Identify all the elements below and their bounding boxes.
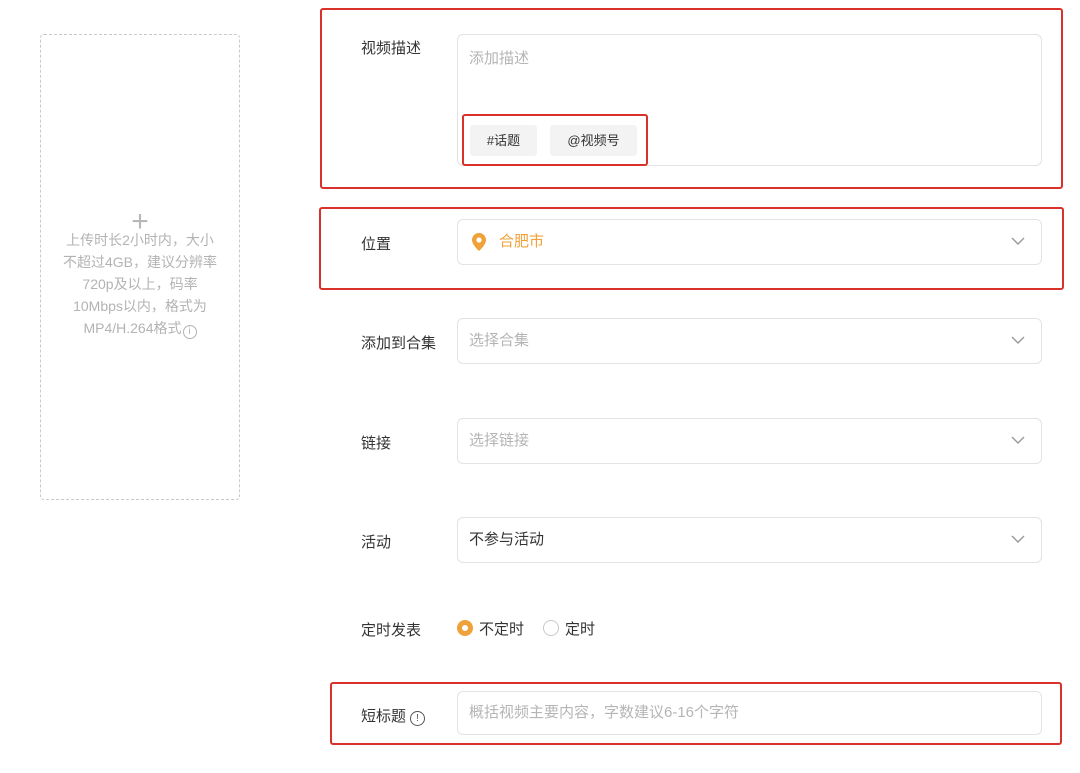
link-label: 链接	[361, 435, 392, 452]
radio-not-scheduled[interactable]: 不定时	[457, 618, 524, 638]
activity-value: 不参与活动	[469, 531, 545, 548]
description-placeholder: 添加描述	[469, 50, 530, 67]
radio-unchecked-icon	[543, 620, 559, 636]
topic-button[interactable]: #话题	[470, 125, 537, 156]
activity-select[interactable]: 不参与活动	[457, 517, 1042, 563]
short-title-label-text: 短标题	[361, 708, 407, 725]
short-title-placeholder: 概括视频主要内容，字数建议6-16个字符	[469, 704, 740, 721]
radio-checked-icon	[457, 620, 473, 636]
description-textarea[interactable]: 添加描述 #话题 @视频号	[457, 34, 1042, 166]
upload-hint-text: 上传时长2小时内，大小不超过4GB，建议分辨率720p及以上，码率10Mbps以…	[63, 232, 218, 336]
radio-scheduled-label: 定时	[565, 620, 596, 638]
radio-scheduled[interactable]: 定时	[543, 618, 595, 638]
schedule-label: 定时发表	[361, 622, 422, 639]
collection-select[interactable]: 选择合集	[457, 318, 1042, 364]
collection-label: 添加到合集	[361, 335, 437, 352]
link-placeholder: 选择链接	[469, 432, 530, 449]
location-value: 合肥市	[499, 233, 545, 250]
description-label: 视频描述	[361, 40, 422, 57]
chevron-down-icon	[1011, 436, 1025, 444]
short-title-label: 短标题!	[361, 705, 426, 726]
short-title-input[interactable]: 概括视频主要内容，字数建议6-16个字符	[457, 691, 1042, 735]
info-icon[interactable]: i	[182, 325, 197, 339]
chevron-down-icon	[1011, 336, 1025, 344]
video-upload-area[interactable]: + 上传时长2小时内，大小不超过4GB，建议分辨率720p及以上，码率10Mbp…	[40, 34, 240, 500]
location-select[interactable]: 合肥市	[457, 219, 1042, 265]
upload-hint: 上传时长2小时内，大小不超过4GB，建议分辨率720p及以上，码率10Mbps以…	[63, 229, 217, 339]
collection-placeholder: 选择合集	[469, 332, 530, 349]
location-pin-icon	[472, 233, 486, 251]
chevron-down-icon	[1011, 535, 1025, 543]
activity-label: 活动	[361, 534, 392, 551]
location-label: 位置	[361, 236, 392, 253]
link-select[interactable]: 选择链接	[457, 418, 1042, 464]
info-icon[interactable]: !	[410, 711, 426, 726]
radio-not-scheduled-label: 不定时	[479, 620, 525, 638]
mention-button[interactable]: @视频号	[550, 125, 637, 156]
chevron-down-icon	[1011, 237, 1025, 245]
